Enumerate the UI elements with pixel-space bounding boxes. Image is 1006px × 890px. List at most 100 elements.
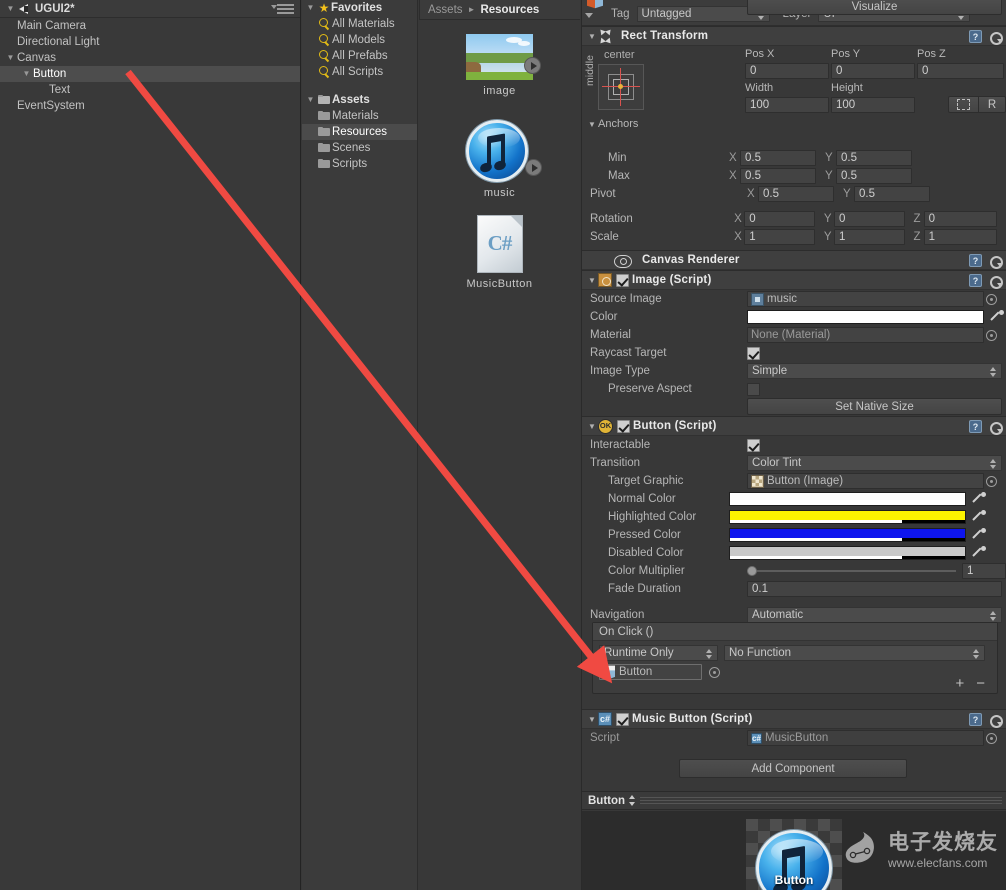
- help-icon[interactable]: ?: [969, 713, 982, 726]
- anchor-preset-widget[interactable]: [598, 64, 644, 110]
- rect-min-y-input[interactable]: 0.5: [836, 150, 912, 166]
- eyedropper-icon[interactable]: [990, 310, 1004, 324]
- blueprint-mode-button[interactable]: [948, 96, 978, 113]
- assets-folder-scripts[interactable]: Scripts: [302, 156, 417, 172]
- fade-duration-input[interactable]: 0.1: [747, 581, 1002, 597]
- asset-item-musicbutton[interactable]: C# MusicButton: [419, 215, 580, 290]
- rect-rotation-x-input[interactable]: 0: [744, 211, 815, 227]
- assets-foldout-icon[interactable]: ▼: [304, 92, 317, 108]
- raw-edit-button[interactable]: R: [978, 96, 1006, 113]
- favorites-foldout-icon[interactable]: ▼: [304, 0, 317, 16]
- music-button-script-header[interactable]: ▼ c# Music Button (Script) ?: [582, 709, 1006, 729]
- object-picker-icon[interactable]: [986, 476, 997, 487]
- rect-pivot-x-input[interactable]: 0.5: [758, 186, 834, 202]
- music-button-enabled-checkbox[interactable]: [616, 713, 629, 726]
- add-event-button[interactable]: +: [955, 678, 964, 690]
- hamburger-icon[interactable]: [277, 4, 294, 14]
- hierarchy-item-canvas[interactable]: ▼Canvas: [0, 50, 300, 66]
- pressed-color-swatch[interactable]: [729, 528, 966, 542]
- rect-scale-z-input[interactable]: 1: [924, 229, 997, 245]
- play-badge-icon[interactable]: [524, 57, 541, 74]
- favorite-item-all-prefabs[interactable]: All Prefabs: [302, 48, 417, 64]
- gear-icon[interactable]: [988, 713, 1001, 726]
- hierarchy-scene-root[interactable]: ▼ UGUI2*: [0, 0, 300, 18]
- raycast-target-checkbox[interactable]: [747, 347, 760, 360]
- highlighted-color-swatch[interactable]: [729, 510, 966, 524]
- preserve-aspect-checkbox[interactable]: [747, 383, 760, 396]
- assets-root[interactable]: ▼ Assets: [302, 92, 417, 108]
- asset-item-image[interactable]: image: [419, 34, 580, 97]
- button-enabled-checkbox[interactable]: [617, 420, 630, 433]
- help-icon[interactable]: ?: [969, 254, 982, 267]
- favorite-item-all-scripts[interactable]: All Scripts: [302, 64, 417, 80]
- blueprint-raw-toggles[interactable]: R: [948, 96, 1006, 113]
- eyedropper-icon[interactable]: [972, 492, 986, 506]
- interactable-checkbox[interactable]: [747, 439, 760, 452]
- image-type-dropdown[interactable]: Simple: [747, 363, 1002, 379]
- hierarchy-item-eventsystem[interactable]: EventSystem: [0, 98, 300, 114]
- hierarchy-item-button[interactable]: ▼Button: [0, 66, 300, 82]
- scene-foldout-icon[interactable]: ▼: [4, 1, 17, 17]
- help-icon[interactable]: ?: [969, 420, 982, 433]
- object-picker-icon[interactable]: [986, 330, 997, 341]
- eyedropper-icon[interactable]: [972, 510, 986, 524]
- color-multiplier-slider[interactable]: [747, 570, 956, 572]
- gear-icon[interactable]: [988, 274, 1001, 287]
- gear-icon[interactable]: [988, 254, 1001, 267]
- canvas-renderer-header[interactable]: Canvas Renderer ?: [582, 250, 1006, 270]
- help-icon[interactable]: ?: [969, 274, 982, 287]
- width-input[interactable]: 100: [745, 97, 829, 113]
- material-field[interactable]: None (Material): [747, 327, 984, 343]
- button-script-header[interactable]: ▼ OK Button (Script) ?: [582, 416, 1006, 436]
- rect-transform-header[interactable]: ▼ Rect Transform ?: [582, 26, 1006, 46]
- assets-folder-scenes[interactable]: Scenes: [302, 140, 417, 156]
- rect-pivot-y-input[interactable]: 0.5: [854, 186, 930, 202]
- rect-rotation-z-input[interactable]: 0: [924, 211, 997, 227]
- rect-max-x-input[interactable]: 0.5: [740, 168, 816, 184]
- hierarchy-item-text[interactable]: Text: [0, 82, 300, 98]
- transition-dropdown[interactable]: Color Tint: [747, 455, 1002, 471]
- gear-icon[interactable]: [988, 30, 1001, 43]
- object-picker-icon[interactable]: [986, 733, 997, 744]
- foldout-icon[interactable]: ▼: [586, 276, 598, 285]
- foldout-icon[interactable]: ▼: [586, 32, 598, 41]
- image-script-header[interactable]: ▼ Image (Script) ?: [582, 270, 1006, 290]
- set-native-size-button[interactable]: Set Native Size: [747, 398, 1002, 415]
- foldout-icon[interactable]: ▼: [586, 715, 598, 724]
- chevron-updown-icon[interactable]: [629, 795, 636, 806]
- disabled-color-swatch[interactable]: [729, 546, 966, 560]
- pos-z-input[interactable]: 0: [917, 63, 1004, 79]
- script-field[interactable]: c# MusicButton: [747, 730, 984, 746]
- target-graphic-field[interactable]: Button (Image): [747, 473, 984, 489]
- assets-folder-materials[interactable]: Materials: [302, 108, 417, 124]
- navigation-dropdown[interactable]: Automatic: [747, 607, 1002, 623]
- rect-scale-y-input[interactable]: 1: [834, 229, 905, 245]
- remove-event-button[interactable]: −: [976, 678, 985, 690]
- foldout-icon[interactable]: ▼: [4, 50, 17, 66]
- pos-y-input[interactable]: 0: [831, 63, 915, 79]
- assets-folder-resources[interactable]: Resources: [302, 124, 417, 140]
- foldout-icon[interactable]: ▼: [20, 66, 33, 82]
- source-image-field[interactable]: music: [747, 291, 984, 307]
- function-dropdown[interactable]: No Function: [724, 645, 985, 661]
- object-picker-icon[interactable]: [709, 667, 720, 678]
- color-swatch[interactable]: [747, 310, 984, 324]
- color-multiplier-value[interactable]: 1: [962, 563, 1006, 579]
- rect-min-x-input[interactable]: 0.5: [740, 150, 816, 166]
- breadcrumb-root[interactable]: Assets: [428, 4, 463, 16]
- on-click-object-field[interactable]: Button: [599, 664, 702, 680]
- foldout-icon[interactable]: ▼: [586, 422, 598, 431]
- object-picker-icon[interactable]: [986, 294, 997, 305]
- anchors-foldout[interactable]: ▼ Anchors: [586, 118, 638, 130]
- play-badge-icon[interactable]: [525, 159, 542, 176]
- rect-scale-x-input[interactable]: 1: [744, 229, 815, 245]
- eyedropper-icon[interactable]: [972, 546, 986, 560]
- rect-max-y-input[interactable]: 0.5: [836, 168, 912, 184]
- runtime-mode-dropdown[interactable]: Runtime Only: [599, 645, 718, 661]
- asset-item-music[interactable]: music: [419, 120, 580, 199]
- height-input[interactable]: 100: [831, 97, 915, 113]
- rect-rotation-y-input[interactable]: 0: [834, 211, 905, 227]
- add-component-button[interactable]: Add Component: [679, 759, 907, 778]
- help-icon[interactable]: ?: [969, 30, 982, 43]
- favorites-root[interactable]: ▼ ★ Favorites: [302, 0, 417, 16]
